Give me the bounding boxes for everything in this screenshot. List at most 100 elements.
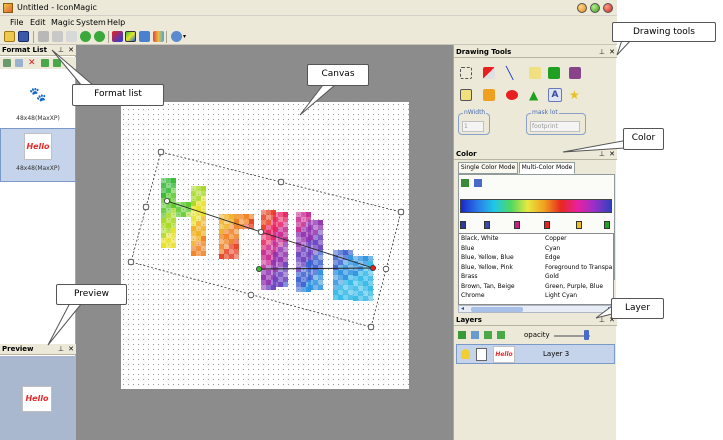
text-tool-icon[interactable]: A <box>548 88 562 102</box>
tab-single-color[interactable]: Single Color Mode <box>458 162 518 174</box>
cut-icon[interactable] <box>38 31 49 42</box>
pin-icon[interactable]: ⊥ <box>58 344 64 355</box>
palette-item[interactable]: Foreground to Transpa <box>545 264 612 271</box>
gradient-stop[interactable] <box>514 221 520 229</box>
opacity-slider-thumb[interactable] <box>584 330 589 340</box>
tab-multi-color[interactable]: Multi-Color Mode <box>519 162 575 174</box>
palette-item[interactable]: Gold <box>545 273 559 280</box>
duplicate-icon[interactable] <box>15 59 23 67</box>
menu-system[interactable]: System <box>76 18 106 27</box>
open-icon[interactable] <box>4 31 15 42</box>
maximize-button[interactable] <box>590 3 600 13</box>
palette-item[interactable]: Blue, Yellow, Pink <box>461 264 513 271</box>
minimize-button[interactable] <box>577 3 587 13</box>
redo-icon[interactable] <box>94 31 105 42</box>
layer-up-icon[interactable] <box>484 331 492 339</box>
horizontal-scrollbar[interactable]: ◂ ▸ <box>458 305 614 313</box>
pin-icon[interactable]: ⊥ <box>58 45 64 56</box>
move-up-icon[interactable] <box>41 59 49 67</box>
add-layer-icon[interactable] <box>458 331 466 339</box>
ellipse-icon[interactable] <box>506 90 518 100</box>
gradient-stop[interactable] <box>604 221 610 229</box>
control-handle[interactable] <box>127 258 135 266</box>
control-handle[interactable] <box>369 264 376 271</box>
palette-item[interactable]: Brass <box>461 273 478 280</box>
selection-overlay[interactable] <box>121 102 409 389</box>
menu-help[interactable]: Help <box>107 18 125 27</box>
control-handle[interactable] <box>277 178 285 186</box>
palette-item[interactable]: Brown, Tan, Beige <box>461 283 515 290</box>
close-panel-icon[interactable]: ✕ <box>68 344 74 355</box>
line-icon[interactable]: ╲ <box>506 67 518 79</box>
gradient-stop[interactable] <box>576 221 582 229</box>
fill-icon[interactable] <box>569 67 581 79</box>
pencil-icon[interactable] <box>529 67 541 79</box>
move-down-icon[interactable] <box>53 59 61 67</box>
selection-frame[interactable] <box>130 151 402 328</box>
gradient-edit-icon[interactable] <box>461 179 469 187</box>
palette-item[interactable]: Green, Purple, Blue <box>545 283 603 290</box>
delete-icon[interactable]: ✕ <box>28 59 36 68</box>
palette-item[interactable]: Copper <box>545 235 567 242</box>
magic-icon[interactable] <box>171 31 182 42</box>
gradient-stop[interactable] <box>460 221 466 229</box>
undo-icon[interactable] <box>80 31 91 42</box>
star-icon[interactable]: ★ <box>569 89 581 101</box>
control-handle[interactable] <box>367 323 375 331</box>
control-handle[interactable] <box>255 265 262 272</box>
layer-row[interactable]: Hello Layer 3 <box>456 344 615 364</box>
menu-file[interactable]: File <box>10 18 23 27</box>
palette-item[interactable]: Black, White <box>461 235 499 242</box>
control-handle[interactable] <box>164 198 171 205</box>
layer-down-icon[interactable] <box>497 331 505 339</box>
drawing-canvas[interactable] <box>121 102 409 389</box>
gradient-icon[interactable] <box>125 31 136 42</box>
duplicate-layer-icon[interactable] <box>471 331 479 339</box>
gradient-stop[interactable] <box>484 221 490 229</box>
format-item[interactable]: Hello 48x48(MaxXP) <box>0 128 76 182</box>
save-icon[interactable] <box>18 31 29 42</box>
image-icon[interactable] <box>139 31 150 42</box>
pin-icon[interactable]: ⊥ <box>599 47 605 58</box>
filled-rectangle-icon[interactable] <box>483 89 495 101</box>
format-item[interactable]: 🐾 48x48(MaxXP) <box>0 81 76 129</box>
visibility-icon[interactable] <box>461 349 470 359</box>
control-handle[interactable] <box>397 208 405 216</box>
control-handle[interactable] <box>257 229 264 236</box>
eraser-icon[interactable] <box>483 67 495 79</box>
nwidth-input[interactable]: 1 <box>462 121 484 132</box>
control-handle[interactable] <box>382 265 390 273</box>
menu-magic[interactable]: Magic <box>51 18 75 27</box>
close-panel-icon[interactable]: ✕ <box>609 47 615 58</box>
close-panel-icon[interactable]: ✕ <box>609 149 615 160</box>
control-handle[interactable] <box>157 148 165 156</box>
palette-item[interactable]: Edge <box>545 254 560 261</box>
pin-icon[interactable]: ⊥ <box>599 315 605 326</box>
palette-item[interactable]: Chrome <box>461 292 485 299</box>
scrollbar-thumb[interactable] <box>471 307 523 312</box>
new-format-icon[interactable] <box>3 59 11 67</box>
layer-mask-icon[interactable] <box>476 348 487 361</box>
scroll-left-icon[interactable]: ◂ <box>461 306 464 312</box>
rectangle-icon[interactable] <box>460 89 472 101</box>
close-panel-icon[interactable]: ✕ <box>68 45 74 56</box>
chevron-down-icon[interactable]: ▾ <box>183 33 186 40</box>
palette-item[interactable]: Blue, Yellow, Blue <box>461 254 514 261</box>
control-handle[interactable] <box>247 291 255 299</box>
eyedropper-icon[interactable] <box>474 179 482 187</box>
gradient-bar[interactable] <box>460 199 612 213</box>
menu-edit[interactable]: Edit <box>30 18 46 27</box>
mask-input[interactable]: footprint <box>530 121 580 132</box>
pin-icon[interactable]: ⊥ <box>599 149 605 160</box>
palette-item[interactable]: Light Cyan <box>545 292 577 299</box>
gradient-stop[interactable] <box>544 221 550 229</box>
copy-icon[interactable] <box>52 31 63 42</box>
control-handle[interactable] <box>142 203 150 211</box>
palette-item[interactable]: Blue <box>461 245 474 252</box>
palette-icon[interactable] <box>153 31 164 42</box>
palette-item[interactable]: Cyan <box>545 245 560 252</box>
select-rect-icon[interactable] <box>460 67 472 79</box>
triangle-icon[interactable]: ▲ <box>529 89 541 101</box>
brush-icon[interactable] <box>548 67 560 79</box>
paste-icon[interactable] <box>66 31 77 42</box>
